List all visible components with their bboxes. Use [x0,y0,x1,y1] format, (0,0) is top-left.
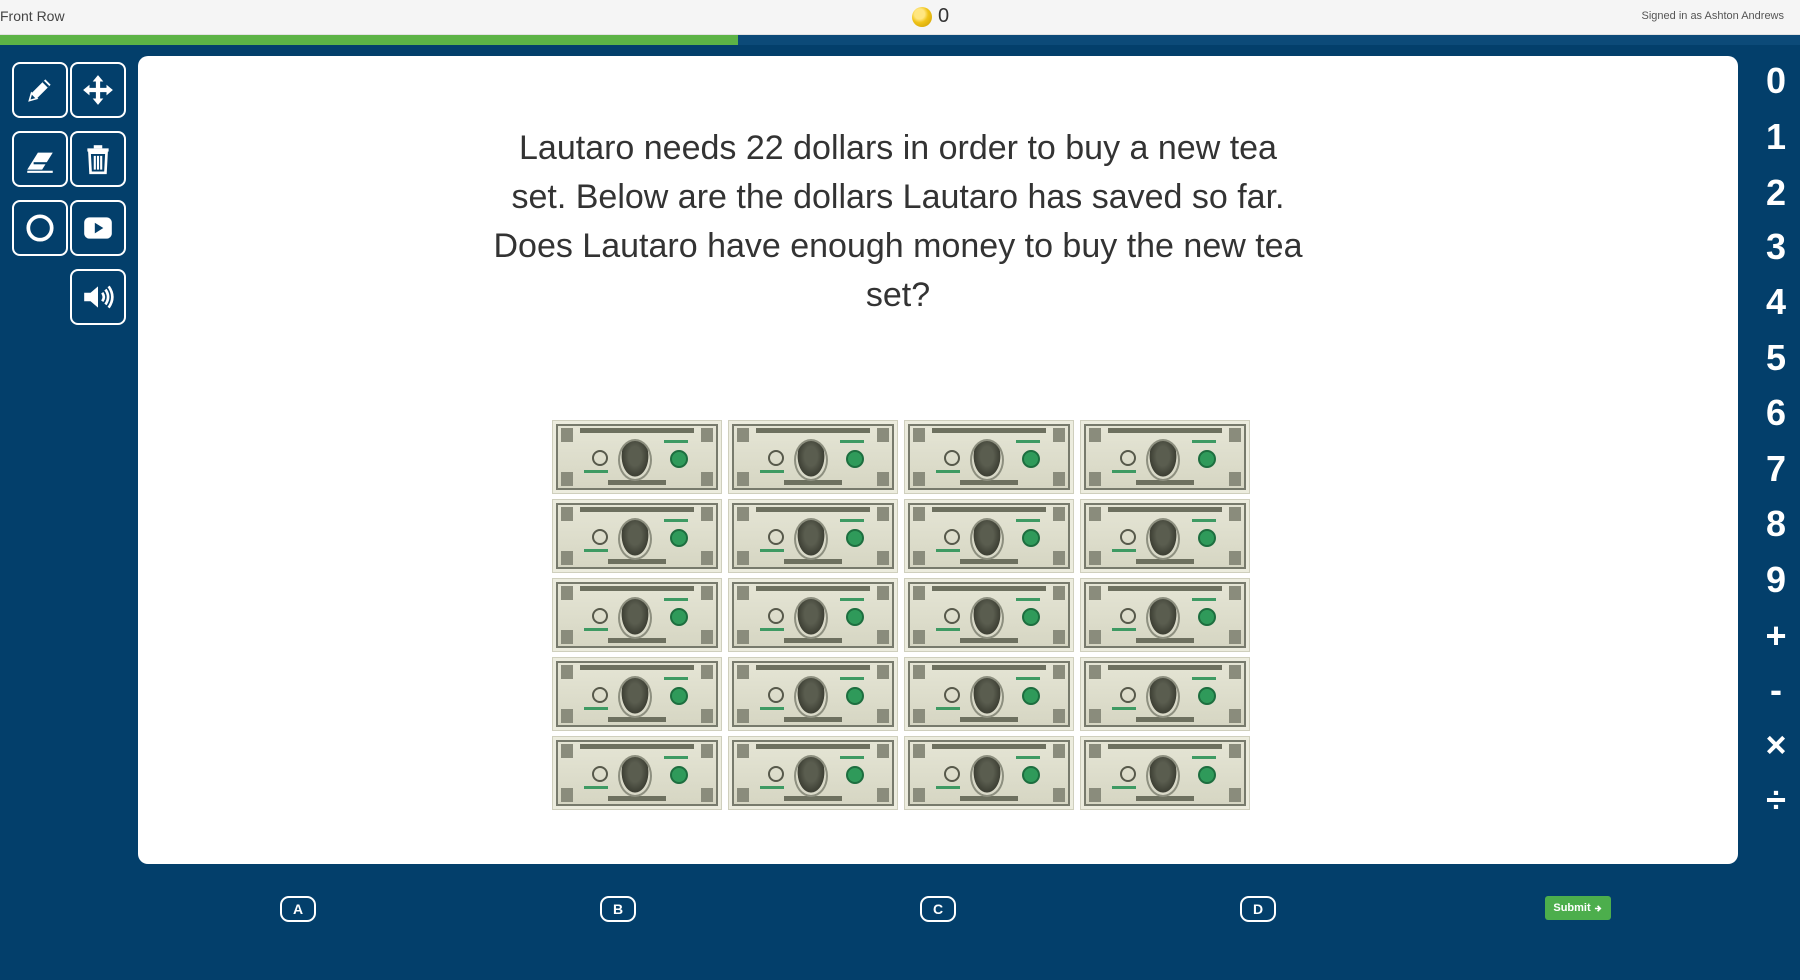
dollar-bill [1080,657,1250,731]
top-bar: Front Row 0 Signed in as Ashton Andrews [0,0,1800,35]
pad-key-6[interactable]: 6 [1752,391,1800,435]
submit-label: Submit [1553,902,1591,914]
answer-c-button[interactable]: C [920,896,956,922]
dollar-bill [728,736,898,810]
dollar-bill [1080,578,1250,652]
coin-icon [912,6,932,27]
pad-key-8[interactable]: 8 [1752,502,1800,546]
pad-key-minus[interactable]: - [1752,668,1800,712]
dollar-bill [552,657,722,731]
question-text: Lautaro needs 22 dollars in order to buy… [493,129,1303,314]
circle-tool-button[interactable] [12,200,68,256]
dollar-bill [552,736,722,810]
dollar-bill [1080,499,1250,573]
move-icon [83,75,113,105]
dollar-bill [904,657,1074,731]
dollar-bill [904,578,1074,652]
speaker-tool-button[interactable] [70,269,126,325]
pad-key-0[interactable]: 0 [1752,59,1800,103]
dollar-bill [728,420,898,494]
pencil-tool-button[interactable] [12,62,68,118]
dollar-bill [552,499,722,573]
dollar-bill [728,578,898,652]
dollar-bill [552,420,722,494]
pad-key-2[interactable]: 2 [1752,171,1800,215]
arrow-right-icon [1594,904,1602,912]
coin-count: 0 [938,5,950,27]
speaker-icon [84,285,114,309]
submit-button[interactable]: Submit [1545,896,1611,920]
pad-key-4[interactable]: 4 [1752,280,1800,324]
progress-bar [0,35,1800,45]
coin-counter: 0 [912,5,949,28]
answer-d-button[interactable]: D [1240,896,1276,922]
pad-key-divide[interactable]: ÷ [1752,778,1800,822]
answer-a-button[interactable]: A [280,896,316,922]
signed-in-label: Signed in as Ashton Andrews [1641,10,1784,22]
pad-key-7[interactable]: 7 [1752,447,1800,491]
eraser-icon [27,152,53,173]
circle-icon [26,214,54,242]
dollar-bill [1080,420,1250,494]
brand-label: Front Row [0,8,65,24]
video-icon [84,217,112,239]
question-card: Lautaro needs 22 dollars in order to buy… [138,56,1738,864]
trash-tool-button[interactable] [70,131,126,187]
dollar-bill [1080,736,1250,810]
dollar-bill [904,736,1074,810]
eraser-tool-button[interactable] [12,131,68,187]
pad-key-3[interactable]: 3 [1752,225,1800,269]
dollar-bill [728,657,898,731]
pad-key-1[interactable]: 1 [1752,115,1800,159]
trash-icon [87,145,109,175]
dollar-bill [904,499,1074,573]
pad-key-5[interactable]: 5 [1752,336,1800,380]
move-tool-button[interactable] [70,62,126,118]
pencil-icon [28,79,51,102]
pad-key-plus[interactable]: + [1752,614,1800,658]
video-tool-button[interactable] [70,200,126,256]
answer-b-button[interactable]: B [600,896,636,922]
pad-key-times[interactable]: × [1752,723,1800,767]
dollar-bills-grid [552,420,1250,810]
pad-key-9[interactable]: 9 [1752,558,1800,602]
dollar-bill [904,420,1074,494]
dollar-bill [728,499,898,573]
progress-fill [0,35,738,45]
dollar-bill [552,578,722,652]
